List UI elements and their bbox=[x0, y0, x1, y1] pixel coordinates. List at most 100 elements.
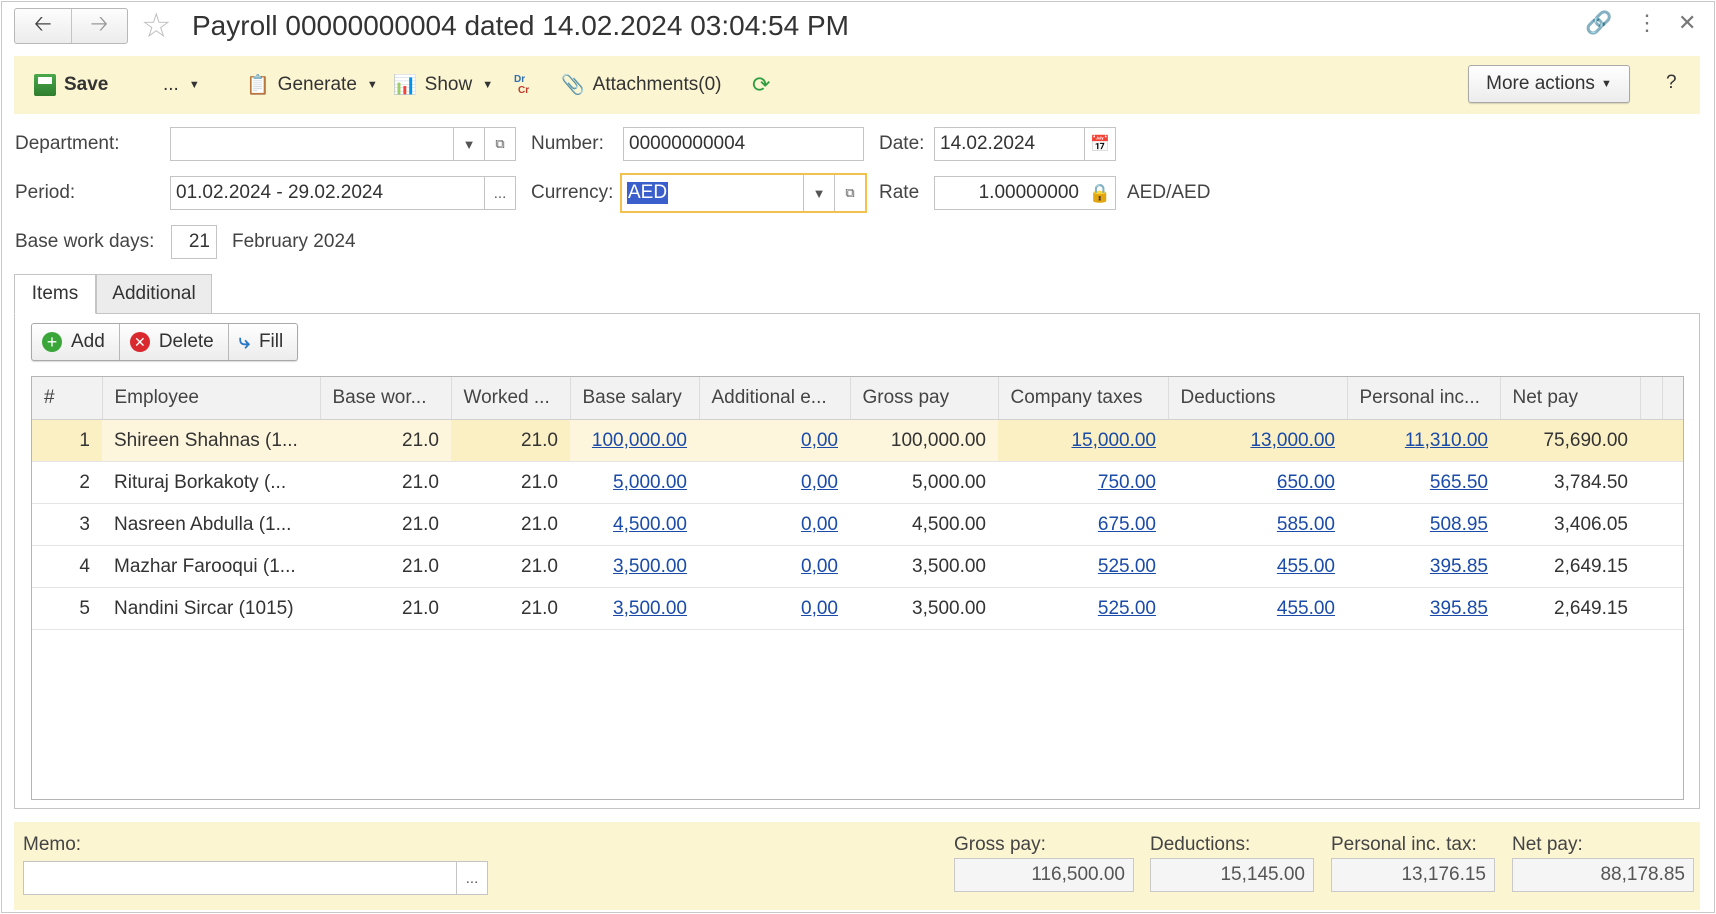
table-row[interactable]: 5 Nandini Sircar (1015) 21.0 21.0 3,500.… bbox=[32, 587, 1683, 630]
col-header-base-work-days[interactable]: Base wor... bbox=[320, 377, 452, 420]
show-button[interactable]: 📊 Show ▼ bbox=[393, 56, 493, 114]
cell-personal-income-tax[interactable]: 395.85 bbox=[1347, 545, 1500, 588]
star-icon[interactable]: ☆ bbox=[141, 6, 171, 46]
cell-company-taxes[interactable]: 675.00 bbox=[998, 503, 1168, 546]
add-button[interactable]: + Add bbox=[32, 324, 119, 360]
cell-worked-days[interactable]: 21.0 bbox=[451, 545, 570, 588]
cell-additional-earnings[interactable]: 0,00 bbox=[699, 545, 850, 588]
gross-pay-label: Gross pay: bbox=[954, 834, 1046, 855]
col-header-gross-pay[interactable]: Gross pay bbox=[850, 377, 999, 420]
cell-base-work-days[interactable]: 21.0 bbox=[320, 461, 451, 504]
col-header-net-pay[interactable]: Net pay bbox=[1500, 377, 1641, 420]
close-icon[interactable]: ✕ bbox=[1678, 10, 1696, 36]
attachments-button[interactable]: 📎 Attachments(0) bbox=[561, 56, 722, 114]
currency-field[interactable]: AED ▼ ⧉ bbox=[620, 173, 867, 213]
col-header-base-salary[interactable]: Base salary bbox=[570, 377, 700, 420]
cell-base-work-days[interactable]: 21.0 bbox=[320, 587, 451, 630]
cell-base-salary[interactable]: 5,000.00 bbox=[570, 461, 699, 504]
cell-company-taxes[interactable]: 15,000.00 bbox=[998, 419, 1168, 462]
cell-employee[interactable]: Mazhar Farooqui (1... bbox=[102, 545, 320, 588]
save-button[interactable]: Save bbox=[34, 56, 108, 114]
memo-field[interactable]: ... bbox=[23, 861, 488, 895]
refresh-icon[interactable]: ⟳ bbox=[752, 56, 770, 114]
fill-button[interactable]: ⤷ Fill bbox=[227, 324, 297, 360]
cell-base-salary[interactable]: 100,000.00 bbox=[570, 419, 699, 462]
cell-personal-income-tax[interactable]: 11,310.00 bbox=[1347, 419, 1500, 462]
forward-button[interactable]: 🡢 bbox=[70, 9, 128, 43]
cell-base-work-days[interactable]: 21.0 bbox=[320, 503, 451, 546]
cell-number: 4 bbox=[32, 545, 102, 588]
cell-deductions[interactable]: 650.00 bbox=[1168, 461, 1347, 504]
tab-additional[interactable]: Additional bbox=[96, 274, 212, 314]
cell-company-taxes[interactable]: 750.00 bbox=[998, 461, 1168, 504]
cell-base-salary[interactable]: 3,500.00 bbox=[570, 587, 699, 630]
back-button[interactable]: 🡠 bbox=[15, 9, 71, 43]
cell-base-work-days[interactable]: 21.0 bbox=[320, 545, 451, 588]
cell-personal-income-tax[interactable]: 508.95 bbox=[1347, 503, 1500, 546]
cell-additional-earnings[interactable]: 0,00 bbox=[699, 587, 850, 630]
help-button[interactable]: ? bbox=[1666, 72, 1677, 94]
cell-employee[interactable]: Shireen Shahnas (1... bbox=[102, 419, 320, 462]
cell-number: 3 bbox=[32, 503, 102, 546]
cell-company-taxes[interactable]: 525.00 bbox=[998, 587, 1168, 630]
cell-additional-earnings[interactable]: 0,00 bbox=[699, 503, 850, 546]
cell-worked-days[interactable]: 21.0 bbox=[451, 419, 570, 462]
memo-select-button[interactable]: ... bbox=[456, 862, 487, 894]
cell-base-work-days[interactable]: 21.0 bbox=[320, 419, 451, 462]
col-header-worked-days[interactable]: Worked ... bbox=[451, 377, 571, 420]
cell-additional-earnings[interactable]: 0,00 bbox=[699, 461, 850, 504]
delete-icon: ✕ bbox=[129, 332, 150, 352]
col-header-number[interactable]: # bbox=[32, 377, 103, 420]
open-icon[interactable]: ⧉ bbox=[484, 128, 515, 160]
period-field[interactable]: 01.02.2024 - 29.02.2024 ... bbox=[170, 176, 516, 210]
table-row[interactable]: 4 Mazhar Farooqui (1... 21.0 21.0 3,500.… bbox=[32, 545, 1683, 588]
cell-deductions[interactable]: 585.00 bbox=[1168, 503, 1347, 546]
link-icon[interactable]: 🔗 bbox=[1585, 10, 1612, 36]
cell-base-salary[interactable]: 3,500.00 bbox=[570, 545, 699, 588]
cell-employee[interactable]: Nandini Sircar (1015) bbox=[102, 587, 320, 630]
generate-button[interactable]: 📋 Generate ▼ bbox=[246, 56, 378, 114]
col-header-additional-earnings[interactable]: Additional e... bbox=[699, 377, 851, 420]
more-actions-button[interactable]: More actions ▼ bbox=[1468, 65, 1630, 103]
col-header-company-taxes[interactable]: Company taxes bbox=[998, 377, 1169, 420]
cell-worked-days[interactable]: 21.0 bbox=[451, 587, 570, 630]
table-row[interactable]: 1 Shireen Shahnas (1... 21.0 21.0 100,00… bbox=[32, 419, 1683, 462]
date-field[interactable]: 14.02.2024 📅 bbox=[934, 127, 1116, 161]
department-label: Department: bbox=[15, 133, 120, 154]
cell-personal-income-tax[interactable]: 395.85 bbox=[1347, 587, 1500, 630]
base-work-days-field[interactable]: 21 bbox=[171, 225, 217, 259]
open-icon[interactable]: ⧉ bbox=[834, 175, 865, 211]
period-select-button[interactable]: ... bbox=[484, 177, 515, 209]
number-field[interactable]: 00000000004 bbox=[623, 127, 864, 161]
more-dots-button[interactable]: ... ▼ bbox=[163, 56, 200, 114]
cell-gross-pay: 5,000.00 bbox=[850, 461, 998, 504]
department-field[interactable]: ▼ ⧉ bbox=[170, 127, 516, 161]
dr-cr-button[interactable]: Dr Cr bbox=[510, 56, 529, 114]
chevron-down-icon[interactable]: ▼ bbox=[803, 175, 834, 211]
cell-company-taxes[interactable]: 525.00 bbox=[998, 545, 1168, 588]
cell-deductions[interactable]: 455.00 bbox=[1168, 587, 1347, 630]
chevron-down-icon[interactable]: ▼ bbox=[453, 128, 484, 160]
cell-deductions[interactable]: 455.00 bbox=[1168, 545, 1347, 588]
table-header-row: # Employee Base wor... Worked ... Base s… bbox=[32, 377, 1683, 420]
table-row[interactable]: 3 Nasreen Abdulla (1... 21.0 21.0 4,500.… bbox=[32, 503, 1683, 546]
cell-deductions[interactable]: 13,000.00 bbox=[1168, 419, 1347, 462]
cell-employee[interactable]: Nasreen Abdulla (1... bbox=[102, 503, 320, 546]
cell-worked-days[interactable]: 21.0 bbox=[451, 461, 570, 504]
memo-label: Memo: bbox=[23, 834, 82, 855]
rate-field[interactable]: 1.00000000 🔒 bbox=[934, 176, 1116, 210]
cell-employee[interactable]: Rituraj Borkakoty (... bbox=[102, 461, 320, 504]
cell-worked-days[interactable]: 21.0 bbox=[451, 503, 570, 546]
tab-items[interactable]: Items bbox=[14, 274, 96, 314]
calendar-icon[interactable]: 📅 bbox=[1084, 128, 1115, 160]
kebab-menu-icon[interactable]: ⋮ bbox=[1636, 10, 1658, 36]
col-header-employee[interactable]: Employee bbox=[102, 377, 321, 420]
col-header-personal-income-tax[interactable]: Personal inc... bbox=[1347, 377, 1501, 420]
cell-base-salary[interactable]: 4,500.00 bbox=[570, 503, 699, 546]
table-row[interactable]: 2 Rituraj Borkakoty (... 21.0 21.0 5,000… bbox=[32, 461, 1683, 504]
cell-personal-income-tax[interactable]: 565.50 bbox=[1347, 461, 1500, 504]
cell-additional-earnings[interactable]: 0,00 bbox=[699, 419, 850, 462]
delete-button[interactable]: ✕ Delete bbox=[118, 324, 228, 360]
col-header-deductions[interactable]: Deductions bbox=[1168, 377, 1348, 420]
add-icon: + bbox=[42, 332, 62, 352]
